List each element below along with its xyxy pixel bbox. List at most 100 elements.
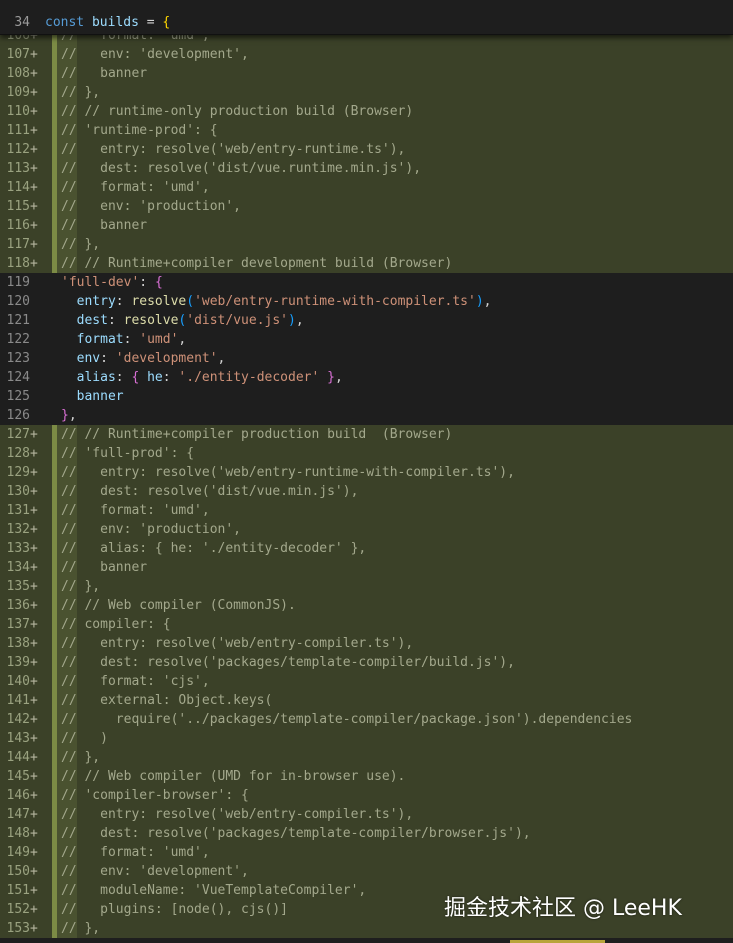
code-line[interactable]: 125 banner — [0, 387, 733, 406]
diff-added-marker: + — [30, 503, 38, 518]
code-line[interactable]: 141 + // external: Object.keys( — [0, 691, 733, 710]
code-line[interactable]: 142 + // require('../packages/template-com… — [0, 710, 733, 729]
code-text: // banner — [61, 66, 148, 81]
code-editor[interactable]: 106 +// format: 'umd', 107 +// env: 'develo… — [0, 26, 733, 938]
diff-added-marker: + — [30, 864, 38, 879]
code-line[interactable]: 123 env: 'development', — [0, 349, 733, 368]
code-text: // entry: resolve('web/entry-compiler.ts… — [61, 636, 414, 651]
code-line[interactable]: 150 + // env: 'development', — [0, 862, 733, 881]
code-text: // env: 'development', — [61, 47, 249, 62]
diff-added-marker: + — [30, 47, 38, 62]
code-line[interactable]: 124 alias: { he: './entity-decoder' }, — [0, 368, 733, 387]
line-number: 144 — [6, 750, 30, 765]
code-text: banner — [76, 389, 124, 404]
code-text: // // Runtime+compiler production build … — [61, 427, 453, 442]
code-line[interactable]: 110 + // // runtime-only production build … — [0, 102, 733, 121]
code-line[interactable]: 130 + // dest: resolve('dist/vue.min.js'), — [0, 482, 733, 501]
sticky-scroll-header[interactable]: 34 const builds = { — [0, 0, 733, 35]
code-line[interactable]: 133 + // alias: { he: './entity-decoder' }… — [0, 539, 733, 558]
code-text: alias: { he: './entity-decoder' }, — [76, 370, 343, 385]
diff-added-marker: + — [30, 826, 38, 841]
diff-added-marker: + — [30, 598, 38, 613]
code-text: // dest: resolve('packages/template-comp… — [61, 826, 531, 841]
diff-added-marker: + — [30, 104, 38, 119]
diff-added-marker: + — [30, 807, 38, 822]
line-number: 147 — [6, 807, 30, 822]
code-line[interactable]: 117 + // }, — [0, 235, 733, 254]
code-line[interactable]: 118 + // // Runtime+compiler development b… — [0, 254, 733, 273]
diff-added-marker: + — [30, 256, 38, 271]
code-line[interactable]: 112 + // entry: resolve('web/entry-runtime… — [0, 140, 733, 159]
diff-added-marker: + — [30, 731, 38, 746]
code-line[interactable]: 120 entry: resolve('web/entry-runtime-wi… — [0, 292, 733, 311]
line-number: 119 — [6, 275, 30, 290]
code-line[interactable]: 148 + // dest: resolve('packages/template-… — [0, 824, 733, 843]
line-number: 148 — [6, 826, 30, 841]
line-number: 121 — [6, 313, 30, 328]
diff-added-marker: + — [30, 199, 38, 214]
line-number: 120 — [6, 294, 30, 309]
line-number: 110 — [6, 104, 30, 119]
line-number: 130 — [6, 484, 30, 499]
code-line[interactable]: 113 + // dest: resolve('dist/vue.runtime.m… — [0, 159, 733, 178]
code-text: // require('../packages/template-compile… — [61, 712, 633, 727]
code-line[interactable]: 107 + // env: 'development', — [0, 45, 733, 64]
code-text: // format: 'umd', — [61, 845, 210, 860]
code-line[interactable]: 138 + // entry: resolve('web/entry-compile… — [0, 634, 733, 653]
code-line[interactable]: 122 format: 'umd', — [0, 330, 733, 349]
code-text: 'full-dev': { — [61, 275, 163, 290]
code-line[interactable]: 126}, — [0, 406, 733, 425]
code-line[interactable]: 143 + // ) — [0, 729, 733, 748]
line-number: 111 — [6, 123, 30, 138]
code-line[interactable]: 134 + // banner — [0, 558, 733, 577]
code-line[interactable]: 128 + // 'full-prod': { — [0, 444, 733, 463]
code-line[interactable]: 149 + // format: 'umd', — [0, 843, 733, 862]
line-number: 140 — [6, 674, 30, 689]
code-text: // alias: { he: './entity-decoder' }, — [61, 541, 367, 556]
code-line[interactable]: 116 + // banner — [0, 216, 733, 235]
code-line[interactable]: 114 + // format: 'umd', — [0, 178, 733, 197]
diff-added-marker: + — [30, 427, 38, 442]
code-text: // dest: resolve('dist/vue.min.js'), — [61, 484, 359, 499]
code-line[interactable]: 119 'full-dev': { — [0, 273, 733, 292]
code-line[interactable]: 108 + // banner — [0, 64, 733, 83]
diff-added-marker: + — [30, 921, 38, 936]
code-line[interactable]: 146 + // 'compiler-browser': { — [0, 786, 733, 805]
code-line[interactable]: 144 + // }, — [0, 748, 733, 767]
line-number: 126 — [6, 408, 30, 423]
line-number: 135 — [6, 579, 30, 594]
code-line[interactable]: 109 + // }, — [0, 83, 733, 102]
code-line[interactable]: 131 + // format: 'umd', — [0, 501, 733, 520]
code-text: // env: 'production', — [61, 199, 242, 214]
diff-added-marker: + — [30, 218, 38, 233]
code-line[interactable]: 137 + // compiler: { — [0, 615, 733, 634]
line-number: 143 — [6, 731, 30, 746]
code-line[interactable]: 136 + // // Web compiler (CommonJS). — [0, 596, 733, 615]
diff-added-marker: + — [30, 560, 38, 575]
line-number: 132 — [6, 522, 30, 537]
line-number: 118 — [6, 256, 30, 271]
code-line[interactable]: 135 + // }, — [0, 577, 733, 596]
diff-added-marker: + — [30, 446, 38, 461]
code-line[interactable]: 127 + // // Runtime+compiler production bu… — [0, 425, 733, 444]
code-line[interactable]: 129 + // entry: resolve('web/entry-runtime… — [0, 463, 733, 482]
code-text: // format: 'umd', — [61, 180, 210, 195]
code-line[interactable]: 140 + // format: 'cjs', — [0, 672, 733, 691]
code-line[interactable]: 111 + // 'runtime-prod': { — [0, 121, 733, 140]
line-number: 153 — [6, 921, 30, 936]
code-line[interactable]: 132 + // env: 'production', — [0, 520, 733, 539]
diff-added-marker: + — [30, 712, 38, 727]
diff-added-marker: + — [30, 693, 38, 708]
line-number: 134 — [6, 560, 30, 575]
code-line[interactable]: 115 + // env: 'production', — [0, 197, 733, 216]
diff-added-marker: + — [30, 484, 38, 499]
code-line[interactable]: 147 + // entry: resolve('web/entry-compile… — [0, 805, 733, 824]
code-text: // banner — [61, 218, 148, 233]
line-number: 150 — [6, 864, 30, 879]
line-number: 114 — [6, 180, 30, 195]
code-text: // format: 'umd', — [61, 503, 210, 518]
diff-added-marker: + — [30, 465, 38, 480]
code-line[interactable]: 139 + // dest: resolve('packages/template-… — [0, 653, 733, 672]
code-line[interactable]: 121 dest: resolve('dist/vue.js'), — [0, 311, 733, 330]
code-line[interactable]: 145 + // // Web compiler (UMD for in-brows… — [0, 767, 733, 786]
